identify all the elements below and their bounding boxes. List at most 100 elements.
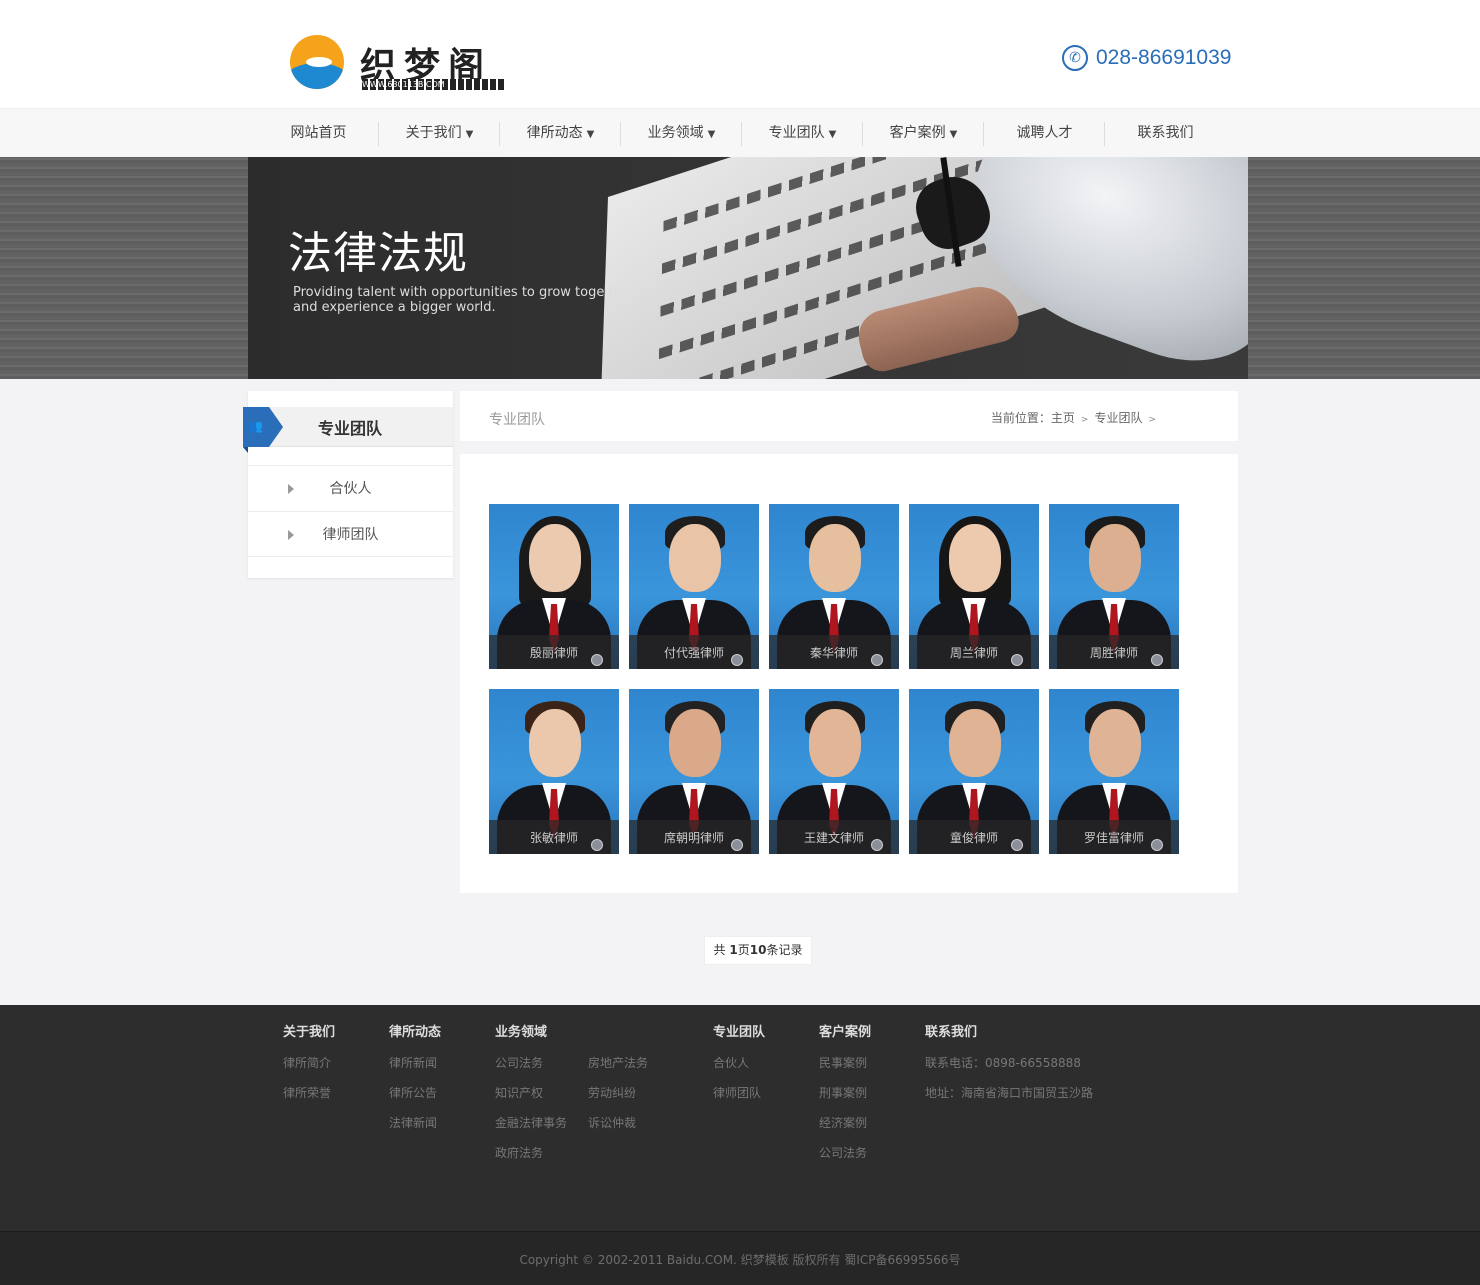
footer-link[interactable]: 合伙人 — [713, 1055, 765, 1071]
footer-link[interactable]: 律所公告 — [389, 1085, 441, 1101]
footer-column: 关于我们律所简介律所荣誉 — [283, 1025, 335, 1101]
nav-item-5[interactable]: 客户案例 ▼ — [863, 109, 984, 158]
nav-item-label: 律所动态 — [526, 125, 583, 141]
footer-link[interactable]: 公司法务 — [495, 1055, 567, 1071]
footer-link[interactable]: 律师团队 — [713, 1085, 765, 1101]
footer-link[interactable]: 公司法务 — [819, 1145, 871, 1161]
pager-records: 10 — [749, 943, 767, 957]
footer-link[interactable]: 经济案例 — [819, 1115, 871, 1131]
footer-column-title — [588, 1025, 648, 1041]
team-member-card[interactable]: 张敏律师 — [489, 689, 619, 854]
team-member-card[interactable]: 付代强律师 — [629, 504, 759, 669]
banner-image: 法律法规 Providing talent with opportunities… — [248, 157, 1248, 379]
footer-column: 房地产法务劳动纠纷诉讼仲裁 — [588, 1025, 648, 1131]
team-member-name: 张敏律师 — [529, 831, 578, 845]
logo-url-strip: WWW.630113B.COM — [362, 79, 506, 90]
nav-item-6[interactable]: 诚聘人才 — [984, 109, 1105, 158]
sidebar-item-partners[interactable]: 合伙人 — [248, 465, 453, 511]
footer-link: 地址：海南省海口市国贸玉沙路 — [925, 1086, 1094, 1100]
section-title: 专业团队 — [489, 412, 545, 428]
team-member-name: 王建文律师 — [803, 831, 864, 845]
team-member-card[interactable]: 秦华律师 — [769, 504, 899, 669]
breadcrumb-current[interactable]: 专业团队 — [1094, 411, 1142, 425]
page-banner: 法律法规 Providing talent with opportunities… — [0, 157, 1480, 379]
team-member-name: 秦华律师 — [809, 646, 858, 660]
footer-link[interactable]: 劳动纠纷 — [588, 1085, 648, 1101]
banner-title: 法律法规 — [288, 228, 468, 279]
nav-item-label: 网站首页 — [290, 125, 347, 141]
main-nav: 网站首页 关于我们 ▼ 律所动态 ▼ 业务领域 ▼ 专业团队 ▼ 客户案例 ▼ 诚聘人才 联系我们 — [0, 108, 1480, 157]
footer-link[interactable]: 政府法务 — [495, 1145, 567, 1161]
team-member-name: 童俊律师 — [949, 831, 998, 845]
copyright-bar: Copyright © 2002-2011 Baidu.COM. 织梦模板 版权… — [0, 1231, 1480, 1285]
footer-column-title: 客户案例 — [819, 1025, 872, 1040]
portrait-face — [809, 524, 861, 592]
nav-item-label: 专业团队 — [768, 125, 825, 141]
team-member-name: 席朝明律师 — [663, 831, 724, 845]
footer-column: 业务领域 公司法务 知识产权 金融法律事务 政府法务 — [495, 1025, 567, 1161]
sidebar-item-lawyers[interactable]: 律师团队 — [248, 511, 453, 557]
phone-number: 028-86691039 — [1096, 46, 1232, 69]
team-member-card[interactable]: 罗佳富律师 — [1049, 689, 1179, 854]
breadcrumb-home[interactable]: 主页 — [1051, 411, 1075, 425]
breadcrumb-separator: > — [1148, 415, 1156, 425]
breadcrumb-prefix: 当前位置： — [990, 411, 1051, 425]
site-logo[interactable]: 织梦阁 WWW.630113B.COM — [290, 35, 510, 91]
footer-link[interactable]: 民事案例 — [819, 1055, 871, 1071]
footer-column: 联系我们 联系电话：0898-66558888 地址：海南省海口市国贸玉沙路 — [925, 1025, 1093, 1101]
portrait-face — [1089, 709, 1141, 777]
team-member-card[interactable]: 童俊律师 — [909, 689, 1039, 854]
nav-item-1[interactable]: 关于我们 ▼ — [379, 109, 500, 158]
sidebar-item-label: 律师团队 — [322, 527, 379, 543]
footer-link[interactable]: 律所荣誉 — [283, 1085, 335, 1101]
footer-link[interactable]: 律所新闻 — [389, 1055, 441, 1071]
footer-link[interactable]: 律所简介 — [283, 1055, 335, 1071]
nav-item-4[interactable]: 专业团队 ▼ — [742, 109, 863, 158]
footer-column: 客户案例民事案例刑事案例经济案例公司法务 — [819, 1025, 871, 1161]
pager-pages: 1 — [729, 943, 738, 957]
nav-item-0[interactable]: 网站首页 — [258, 109, 379, 158]
sidebar-item-label: 合伙人 — [329, 481, 372, 497]
portrait-face — [949, 524, 1001, 592]
team-member-card[interactable]: 周兰律师 — [909, 504, 1039, 669]
nav-item-7[interactable]: 联系我们 — [1105, 109, 1226, 158]
nav-item-2[interactable]: 律所动态 ▼ — [500, 109, 621, 158]
breadcrumb-separator: > — [1080, 415, 1089, 425]
footer-link[interactable]: 刑事案例 — [819, 1085, 871, 1101]
pagination-info: 共 1页10条记录 — [704, 936, 812, 965]
footer-link: 联系电话：0898-66558888 — [925, 1056, 1081, 1070]
footer-link[interactable]: 金融法律事务 — [495, 1115, 567, 1131]
nav-item-label: 关于我们 — [405, 125, 462, 141]
dropdown-arrow-icon: ▼ — [707, 129, 716, 140]
nav-item-label: 诚聘人才 — [1016, 125, 1073, 141]
team-member-name: 周胜律师 — [1089, 646, 1138, 660]
nav-item-label: 联系我们 — [1137, 125, 1194, 141]
sidebar-flag: 👥 — [243, 407, 285, 453]
team-member-name: 周兰律师 — [949, 646, 998, 660]
footer-link[interactable]: 诉讼仲裁 — [588, 1115, 648, 1131]
footer-column-title: 律所动态 — [389, 1025, 442, 1040]
team-member-name: 殷丽律师 — [529, 646, 578, 660]
sidebar: 👥 专业团队 合伙人 律师团队 — [243, 391, 453, 578]
footer-link[interactable]: 法律新闻 — [389, 1115, 441, 1131]
portrait-face — [529, 709, 581, 777]
team-member-name: 付代强律师 — [663, 646, 724, 660]
team-member-card[interactable]: 殷丽律师 — [489, 504, 619, 669]
dropdown-arrow-icon: ▼ — [949, 129, 958, 140]
site-footer: 关于我们 律所简介 律所荣誉 律所动态 律所新闻 律所公告 法律新闻 业务领域 公司法务 知识产权… — [0, 1005, 1480, 1231]
dropdown-arrow-icon: ▼ — [828, 129, 837, 140]
nav-item-3[interactable]: 业务领域 ▼ — [621, 109, 742, 158]
portrait-face — [1089, 524, 1141, 592]
team-member-card[interactable]: 席朝明律师 — [629, 689, 759, 854]
logo-icon — [290, 35, 344, 89]
portrait-face — [669, 709, 721, 777]
team-member-card[interactable]: 王建文律师 — [769, 689, 899, 854]
footer-column-title: 关于我们 — [283, 1025, 336, 1040]
footer-link[interactable]: 知识产权 — [495, 1085, 567, 1101]
header-phone: ✆ 028-86691039 — [1062, 44, 1231, 72]
team-member-name: 罗佳富律师 — [1083, 831, 1144, 845]
footer-column: 专业团队 合伙人 律师团队 — [713, 1025, 765, 1101]
footer-link[interactable]: 房地产法务 — [588, 1055, 648, 1071]
team-member-card[interactable]: 周胜律师 — [1049, 504, 1179, 669]
copyright-text: Copyright © 2002-2011 Baidu.COM. 织梦模板 版权… — [519, 1253, 961, 1267]
